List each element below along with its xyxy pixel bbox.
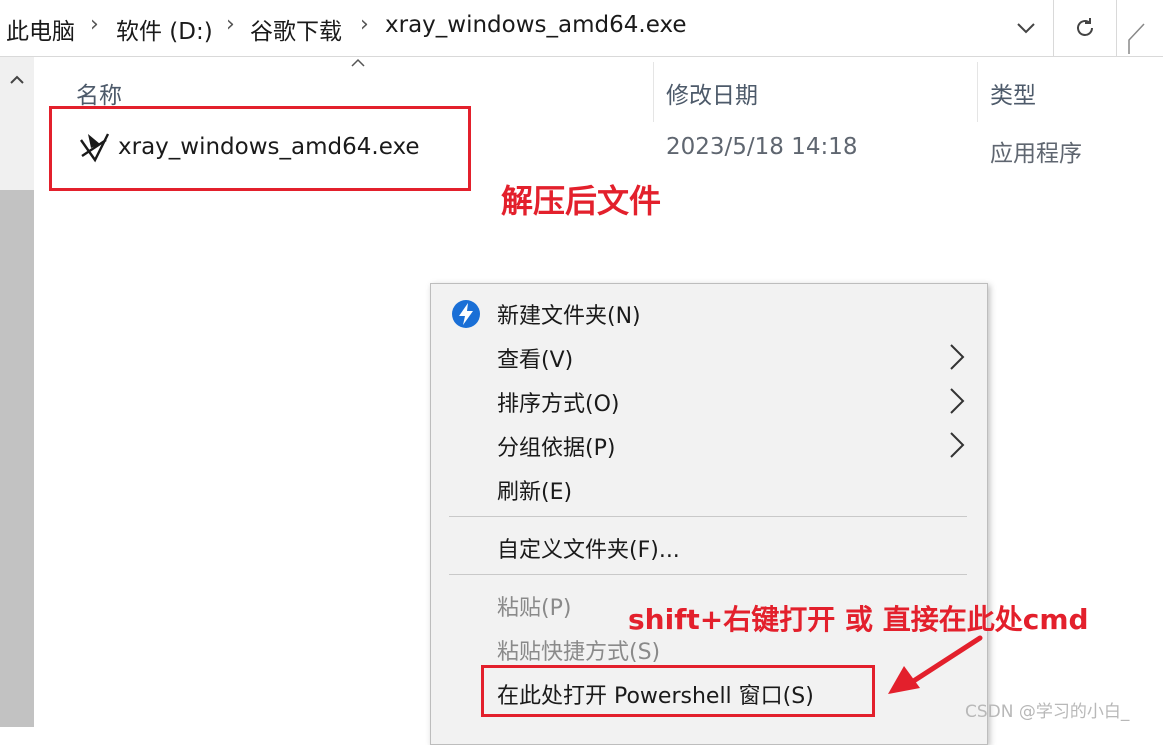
address-bar[interactable]: 此电脑 › 软件 (D:) › 谷歌下载 › xray_windows_amd6… [0, 0, 1163, 57]
file-modified-date: 2023/5/18 14:18 [666, 134, 858, 160]
menu-item-label: 粘贴(P) [497, 596, 572, 621]
column-divider[interactable] [653, 62, 654, 122]
search-box[interactable] [1128, 0, 1163, 56]
menu-separator [449, 574, 967, 575]
scroll-up-button[interactable] [0, 60, 34, 100]
chevron-up-icon [10, 75, 24, 84]
breadcrumb-folder[interactable]: 谷歌下载 [250, 12, 342, 46]
menu-item-label: 刷新(E) [497, 480, 573, 505]
menu-item-label: 新建文件夹(N) [497, 304, 641, 329]
menu-separator [449, 516, 967, 517]
scrollbar-thumb[interactable] [0, 190, 34, 727]
menu-item-label: 分组依据(P) [497, 436, 616, 461]
breadcrumb-separator-icon[interactable]: › [90, 12, 99, 37]
annotation-arrow-icon [888, 635, 983, 694]
annotation-open-hint: shift+右键打开 或 直接在此处cmd [628, 603, 1089, 636]
chevron-right-icon [950, 388, 965, 414]
menu-item-label: 粘贴快捷方式(S) [497, 640, 661, 665]
breadcrumb-this-pc[interactable]: 此电脑 [6, 12, 75, 46]
menu-item-view[interactable]: 查看(V) [431, 334, 987, 378]
column-header-name[interactable]: 名称 [76, 76, 122, 110]
menu-item-sort-by[interactable]: 排序方式(O) [431, 378, 987, 422]
chevron-right-icon [950, 432, 965, 458]
menu-item-label: 排序方式(O) [497, 392, 620, 417]
file-type: 应用程序 [990, 141, 1082, 167]
search-box-edge-icon [1128, 23, 1145, 54]
annotation-extracted-file: 解压后文件 [501, 182, 662, 220]
address-history-dropdown[interactable] [1000, 0, 1052, 56]
chevron-right-icon [950, 344, 965, 370]
column-header-modified[interactable]: 修改日期 [666, 76, 758, 110]
menu-item-group-by[interactable]: 分组依据(P) [431, 422, 987, 466]
menu-item-label: 查看(V) [497, 348, 574, 373]
menu-item-new-folder[interactable]: 新建文件夹(N) [431, 290, 987, 334]
annotation-box-powershell [481, 665, 875, 717]
refresh-button[interactable] [1053, 0, 1117, 56]
breadcrumb-separator-icon[interactable]: › [226, 12, 235, 37]
refresh-icon [1077, 18, 1093, 36]
column-header-type[interactable]: 类型 [990, 76, 1036, 110]
menu-item-refresh[interactable]: 刷新(E) [431, 466, 987, 510]
menu-item-customize-folder[interactable]: 自定义文件夹(F)... [431, 524, 987, 568]
breadcrumb-separator-icon[interactable]: › [360, 12, 369, 37]
breadcrumb-file[interactable]: xray_windows_amd64.exe [385, 12, 687, 38]
annotation-box-file [49, 106, 471, 191]
new-folder-icon [452, 300, 480, 328]
breadcrumb-drive-d[interactable]: 软件 (D:) [116, 12, 213, 46]
menu-item-label: 自定义文件夹(F)... [497, 538, 680, 563]
watermark: CSDN @学习的小白_ [965, 702, 1130, 722]
sort-ascending-icon [351, 58, 365, 67]
column-divider[interactable] [977, 62, 978, 122]
chevron-down-icon [1017, 23, 1035, 34]
